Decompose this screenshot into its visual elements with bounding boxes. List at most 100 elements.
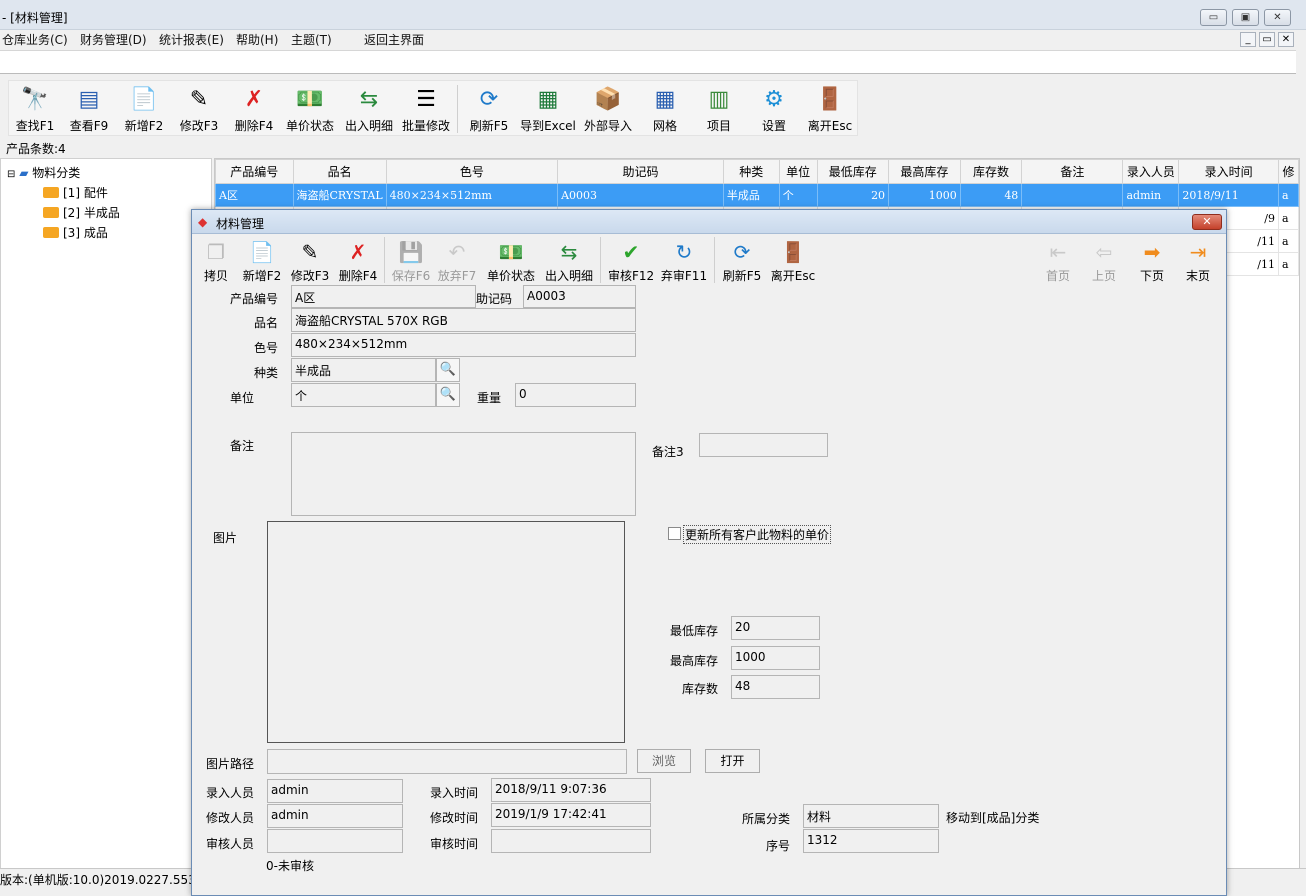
min-stock-field[interactable]: 20 — [731, 616, 820, 640]
col-header[interactable]: 修 — [1277, 159, 1300, 184]
unit-field[interactable]: 个 — [291, 383, 436, 407]
menu-warehouse[interactable]: 仓库业务(C) — [2, 31, 68, 48]
in-out-detail-button[interactable]: ⇆ 出入明细 — [344, 86, 394, 134]
col-header[interactable]: 录入人员 — [1122, 159, 1180, 184]
col-header[interactable]: 备注 — [1021, 159, 1124, 184]
table-cell[interactable]: 海盗船CRYSTAL — [292, 183, 387, 207]
first-page-button[interactable]: ⇤ 首页 — [1040, 239, 1076, 285]
add-button[interactable]: 📄 新增F2 — [122, 86, 166, 134]
audit-button[interactable]: ✔ 审核F12 — [608, 239, 654, 285]
col-header[interactable]: 种类 — [722, 159, 780, 184]
max-stock-field[interactable]: 1000 — [731, 646, 820, 670]
col-header[interactable]: 库存数 — [959, 159, 1023, 184]
col-header[interactable]: 最低库存 — [816, 159, 890, 184]
table-cell[interactable]: admin — [1122, 183, 1180, 207]
view-button[interactable]: ▤ 查看F9 — [67, 86, 111, 134]
collapse-icon[interactable]: ⊟ — [7, 169, 15, 180]
tree-item-semi-finished[interactable]: [2] 半成品 — [43, 204, 120, 221]
table-cell[interactable]: a — [1277, 206, 1300, 230]
table-cell[interactable]: 20 — [816, 183, 890, 207]
browse-button[interactable]: 浏览 — [637, 749, 691, 773]
menu-theme[interactable]: 主题(T) — [291, 31, 332, 48]
unaudit-button[interactable]: ↻ 弃审F11 — [660, 239, 708, 285]
project-button[interactable]: ▥ 项目 — [697, 86, 741, 134]
refresh-button[interactable]: ⟳ 刷新F5 — [467, 86, 511, 134]
dialog-refresh-button[interactable]: ⟳ 刷新F5 — [720, 239, 764, 285]
col-header[interactable]: 最高库存 — [888, 159, 961, 184]
tree-item-finished[interactable]: [3] 成品 — [43, 224, 108, 241]
dialog-delete-button[interactable]: ✗ 删除F4 — [338, 239, 378, 285]
dialog-close-button[interactable]: ✕ — [1192, 214, 1222, 230]
kind-field[interactable]: 半成品 — [291, 358, 436, 382]
col-header[interactable]: 单位 — [778, 159, 818, 184]
entered-at-field[interactable]: 2018/9/11 9:07:36 — [491, 778, 651, 802]
export-excel-button[interactable]: ▦ 导到Excel — [519, 86, 577, 134]
menu-reports[interactable]: 统计报表(E) — [159, 31, 224, 48]
table-cell[interactable]: 半成品 — [722, 183, 780, 207]
weight-field[interactable]: 0 — [515, 383, 636, 407]
table-cell[interactable]: 个 — [778, 183, 818, 207]
table-cell[interactable]: 1000 — [888, 183, 961, 207]
dialog-add-button[interactable]: 📄 新增F2 — [242, 239, 282, 285]
tree-item-parts[interactable]: [1] 配件 — [43, 184, 108, 201]
save-button[interactable]: 💾 保存F6 — [391, 239, 431, 285]
remark3-field[interactable] — [699, 433, 828, 457]
batch-edit-button[interactable]: ☰ 批量修改 — [401, 86, 451, 134]
kind-search-button[interactable]: 🔍 — [436, 358, 460, 382]
settings-button[interactable]: ⚙ 设置 — [752, 86, 796, 134]
name-field[interactable]: 海盗船CRYSTAL 570X RGB — [291, 308, 636, 332]
copy-button[interactable]: ❐ 拷贝 — [202, 239, 230, 285]
menu-help[interactable]: 帮助(H) — [236, 31, 278, 48]
dialog-edit-button[interactable]: ✎ 修改F3 — [290, 239, 330, 285]
category-field[interactable]: 材料 — [803, 804, 939, 828]
table-cell[interactable]: a — [1277, 229, 1300, 253]
find-button[interactable]: 🔭 查找F1 — [13, 86, 57, 134]
table-row[interactable]: A区 海盗船CRYSTAL 480×234×512mm A0003 半成品 个 … — [215, 183, 1300, 207]
dialog-price-status-button[interactable]: 💵 单价状态 — [486, 239, 536, 285]
pic-path-field[interactable] — [267, 749, 627, 774]
open-button[interactable]: 打开 — [705, 749, 760, 773]
entered-by-field[interactable]: admin — [267, 779, 403, 803]
color-field[interactable]: 480×234×512mm — [291, 333, 636, 357]
import-button[interactable]: 📦 外部导入 — [583, 86, 633, 134]
table-cell[interactable] — [1021, 183, 1124, 207]
update-price-label[interactable]: 更新所有客户此物料的单价 — [683, 525, 832, 544]
col-header[interactable]: 品名 — [292, 159, 387, 184]
mnemonic-field[interactable]: A0003 — [523, 285, 636, 308]
dialog-in-out-detail-button[interactable]: ⇆ 出入明细 — [544, 239, 594, 285]
col-header[interactable]: 色号 — [385, 159, 559, 184]
code-field[interactable]: A区 — [291, 285, 476, 308]
audited-by-field[interactable] — [267, 829, 403, 853]
col-header[interactable]: 录入时间 — [1178, 159, 1279, 184]
mdi-minimize-button[interactable]: _ — [1240, 32, 1256, 47]
stock-field[interactable]: 48 — [731, 675, 820, 699]
unit-search-button[interactable]: 🔍 — [436, 383, 460, 407]
price-status-button[interactable]: 💵 单价状态 — [286, 86, 334, 134]
discard-button[interactable]: ↶ 放弃F7 — [437, 239, 477, 285]
modified-by-field[interactable]: admin — [267, 804, 403, 828]
grid-button[interactable]: ▦ 网格 — [643, 86, 687, 134]
table-cell[interactable]: 48 — [959, 183, 1023, 207]
delete-button[interactable]: ✗ 删除F4 — [232, 86, 276, 134]
modified-at-field[interactable]: 2019/1/9 17:42:41 — [491, 803, 651, 827]
maximize-button[interactable]: ▣ — [1232, 9, 1259, 26]
col-header[interactable]: 助记码 — [557, 159, 724, 184]
mdi-restore-button[interactable]: ▭ — [1259, 32, 1275, 47]
dialog-exit-button[interactable]: 🚪 离开Esc — [770, 239, 816, 285]
mdi-close-button[interactable]: ✕ — [1278, 32, 1294, 47]
move-category-link[interactable]: 移动到[成品]分类 — [946, 809, 1039, 826]
audited-at-field[interactable] — [491, 829, 651, 853]
seq-field[interactable]: 1312 — [803, 829, 939, 853]
exit-button[interactable]: 🚪 离开Esc — [805, 86, 855, 134]
next-page-button[interactable]: ➡ 下页 — [1134, 239, 1170, 285]
update-price-checkbox[interactable] — [668, 527, 681, 540]
last-page-button[interactable]: ⇥ 末页 — [1180, 239, 1216, 285]
table-cell[interactable]: a — [1277, 183, 1300, 207]
table-cell[interactable]: 480×234×512mm — [385, 183, 559, 207]
menu-finance[interactable]: 财务管理(D) — [80, 31, 147, 48]
remark-field[interactable] — [291, 432, 636, 516]
picture-box[interactable] — [267, 521, 625, 743]
menu-return-main[interactable]: 返回主界面 — [364, 31, 424, 48]
minimize-button[interactable]: ▭ — [1200, 9, 1227, 26]
close-button[interactable]: ✕ — [1264, 9, 1291, 26]
